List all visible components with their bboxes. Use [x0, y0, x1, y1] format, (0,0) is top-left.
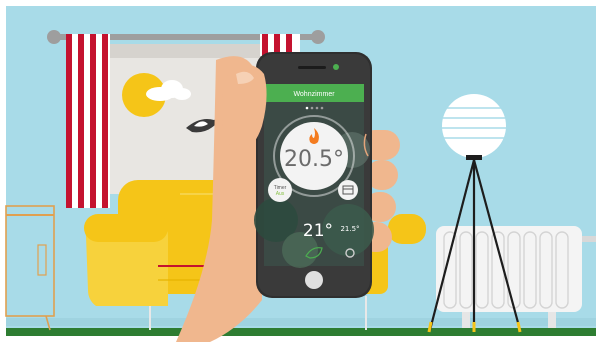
app-screen: Wohnzimmer 20.5° Timer Aus 21° 21.5°: [254, 84, 374, 268]
room-title: Wohnzimmer: [293, 91, 335, 98]
timer-toggle[interactable]: Timer Aus: [268, 178, 292, 202]
schedule-button[interactable]: [338, 180, 358, 200]
smartphone: Wohnzimmer 20.5° Timer Aus 21° 21.5°: [254, 52, 374, 298]
home-button[interactable]: [305, 271, 323, 289]
curtain-left: [66, 34, 110, 208]
setpoint-temperature: 21.5°: [340, 225, 359, 233]
target-temperature: 20.5°: [284, 147, 344, 172]
floor: [6, 328, 596, 336]
camera-icon: [333, 64, 339, 70]
timer-state: Aus: [276, 191, 285, 197]
illustration: Wohnzimmer 20.5° Timer Aus 21° 21.5°: [0, 0, 602, 342]
current-temperature: 21°: [303, 221, 333, 241]
